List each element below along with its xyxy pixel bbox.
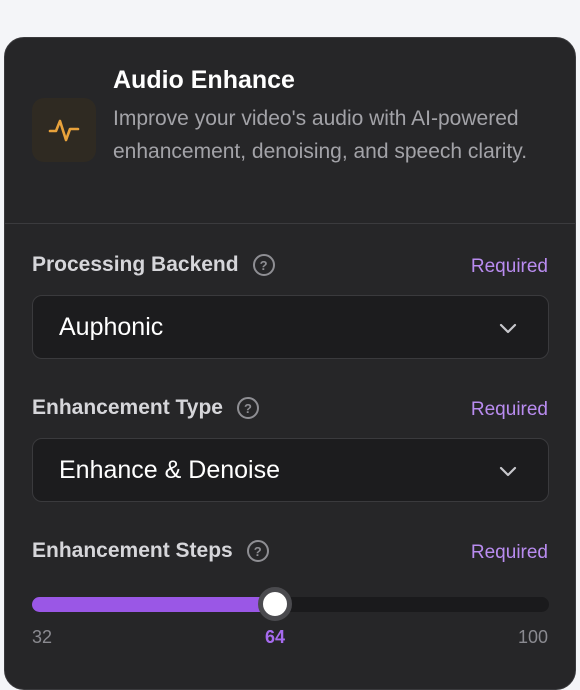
enhancement-type-label: Enhancement Type ? bbox=[32, 396, 259, 420]
processing-backend-value: Auphonic bbox=[59, 312, 164, 341]
waveform-icon bbox=[32, 98, 96, 162]
enhancement-steps-required: Required bbox=[470, 542, 548, 563]
chevron-down-icon bbox=[499, 323, 517, 334]
enhancement-type-label-text: Enhancement Type bbox=[32, 396, 223, 419]
processing-backend-label-text: Processing Backend bbox=[32, 253, 239, 276]
enhancement-steps-slider-fill bbox=[32, 597, 275, 612]
help-icon[interactable]: ? bbox=[252, 254, 275, 276]
processing-backend-label: Processing Backend ? bbox=[32, 253, 275, 277]
card-description: Improve your video's audio with AI-power… bbox=[113, 107, 528, 163]
audio-enhance-card: Audio Enhance Improve your video's audio… bbox=[4, 37, 576, 690]
help-icon[interactable]: ? bbox=[237, 397, 259, 419]
slider-min-label: 32 bbox=[32, 627, 53, 647]
processing-backend-required: Required bbox=[470, 256, 548, 277]
slider-current-value: 64 bbox=[264, 627, 285, 647]
help-icon[interactable]: ? bbox=[246, 540, 269, 562]
chevron-down-icon bbox=[499, 466, 517, 477]
slider-max-label: 100 bbox=[517, 627, 548, 647]
processing-backend-select[interactable]: Auphonic bbox=[32, 295, 549, 359]
enhancement-type-value: Enhance & Denoise bbox=[59, 455, 280, 484]
enhancement-type-required: Required bbox=[470, 399, 548, 420]
enhancement-steps-label: Enhancement Steps ? bbox=[32, 539, 269, 563]
enhancement-steps-label-text: Enhancement Steps bbox=[32, 539, 233, 562]
card-title: Audio Enhance bbox=[113, 66, 295, 94]
enhancement-type-select[interactable]: Enhance & Denoise bbox=[32, 438, 549, 502]
enhancement-steps-slider-thumb[interactable] bbox=[257, 587, 292, 621]
card-header: Audio Enhance Improve your video's audio… bbox=[5, 38, 575, 224]
